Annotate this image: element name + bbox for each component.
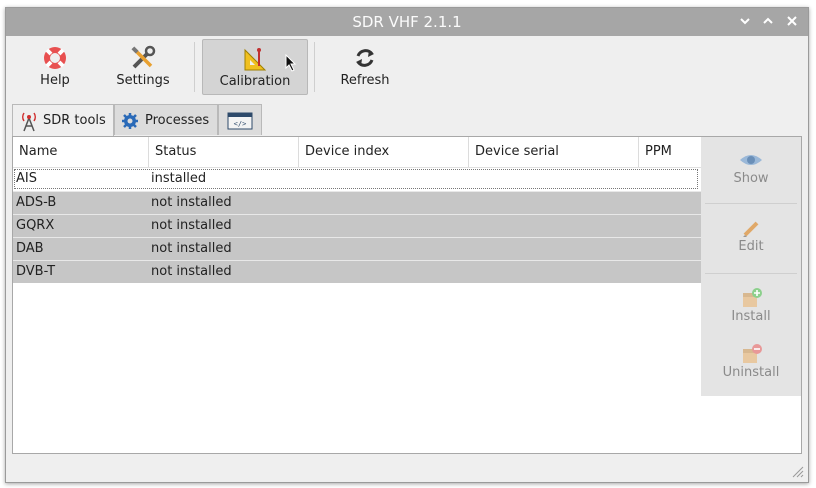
refresh-button[interactable]: Refresh bbox=[328, 39, 402, 93]
toolbar-separator bbox=[314, 42, 315, 92]
uninstall-button[interactable]: Uninstall bbox=[706, 343, 796, 380]
svg-text:</>: </> bbox=[234, 120, 247, 128]
edit-button[interactable]: Edit bbox=[706, 217, 796, 254]
cell-status: installed bbox=[151, 171, 207, 186]
set-square-icon bbox=[241, 46, 269, 72]
terminal-code-icon: </> bbox=[227, 112, 253, 130]
install-button[interactable]: Install bbox=[706, 287, 796, 324]
close-icon[interactable] bbox=[784, 13, 800, 29]
pencil-icon bbox=[738, 217, 764, 239]
sidebar-separator bbox=[705, 203, 797, 204]
table-row[interactable]: AIS installed bbox=[13, 168, 701, 190]
cell-name: ADS-B bbox=[16, 195, 57, 210]
cell-name: DVB-T bbox=[16, 264, 56, 279]
table-row[interactable]: DVB-T not installed bbox=[13, 260, 701, 283]
maximize-icon[interactable] bbox=[760, 13, 776, 29]
toolbar: Help Settings Calibration Refresh bbox=[6, 36, 808, 98]
calibration-label: Calibration bbox=[219, 74, 291, 89]
focus-frame bbox=[14, 169, 698, 189]
cell-name: GQRX bbox=[16, 218, 55, 233]
refresh-icon bbox=[351, 45, 379, 71]
toolbar-separator bbox=[194, 42, 195, 92]
cell-status: not installed bbox=[151, 195, 232, 210]
tab-terminal[interactable]: </> bbox=[218, 104, 262, 135]
action-sidebar: Show Edit Install Uninstall bbox=[701, 137, 801, 396]
install-label: Install bbox=[731, 309, 771, 324]
help-label: Help bbox=[40, 73, 70, 88]
sdr-tools-panel: Name Status Device index Device serial P… bbox=[12, 136, 802, 454]
column-header-name[interactable]: Name bbox=[13, 137, 149, 167]
help-button[interactable]: Help bbox=[20, 39, 90, 93]
app-window: SDR VHF 2.1.1 Help Settings Calibration … bbox=[5, 7, 809, 483]
table-header: Name Status Device index Device serial P… bbox=[13, 137, 701, 168]
column-header-ppm[interactable]: PPM bbox=[639, 137, 701, 167]
refresh-label: Refresh bbox=[340, 73, 390, 88]
table-row[interactable]: ADS-B not installed bbox=[13, 191, 701, 214]
calibration-button[interactable]: Calibration bbox=[202, 39, 308, 95]
window-title: SDR VHF 2.1.1 bbox=[352, 13, 462, 31]
lifebuoy-icon bbox=[41, 45, 69, 71]
cell-name: AIS bbox=[16, 171, 37, 186]
gear-icon bbox=[122, 113, 138, 129]
show-button[interactable]: Show bbox=[706, 149, 796, 186]
mouse-cursor-icon bbox=[285, 54, 297, 72]
column-header-status[interactable]: Status bbox=[149, 137, 299, 167]
resize-grip-icon[interactable] bbox=[790, 464, 804, 478]
package-add-icon bbox=[738, 287, 764, 309]
tab-processes-label: Processes bbox=[145, 113, 210, 128]
settings-button[interactable]: Settings bbox=[106, 39, 180, 93]
cell-status: not installed bbox=[151, 264, 232, 279]
table-row[interactable]: DAB not installed bbox=[13, 237, 701, 260]
edit-label: Edit bbox=[738, 239, 764, 254]
cell-status: not installed bbox=[151, 241, 232, 256]
title-bar[interactable]: SDR VHF 2.1.1 bbox=[6, 8, 808, 36]
cell-status: not installed bbox=[151, 218, 232, 233]
antenna-icon bbox=[22, 112, 36, 132]
table-row[interactable]: GQRX not installed bbox=[13, 214, 701, 237]
eye-icon bbox=[738, 149, 764, 171]
tab-sdr-tools-label: SDR tools bbox=[43, 113, 106, 128]
show-label: Show bbox=[733, 171, 769, 186]
minimize-icon[interactable] bbox=[737, 13, 753, 29]
tab-sdr-tools[interactable]: SDR tools bbox=[12, 104, 114, 137]
column-header-device-serial[interactable]: Device serial bbox=[469, 137, 639, 167]
package-remove-icon bbox=[738, 343, 764, 365]
sidebar-separator bbox=[705, 273, 797, 274]
tools-icon bbox=[129, 45, 157, 71]
cell-name: DAB bbox=[16, 241, 44, 256]
column-header-device-index[interactable]: Device index bbox=[299, 137, 469, 167]
settings-label: Settings bbox=[116, 73, 170, 88]
uninstall-label: Uninstall bbox=[722, 365, 780, 380]
tab-processes[interactable]: Processes bbox=[114, 104, 218, 135]
